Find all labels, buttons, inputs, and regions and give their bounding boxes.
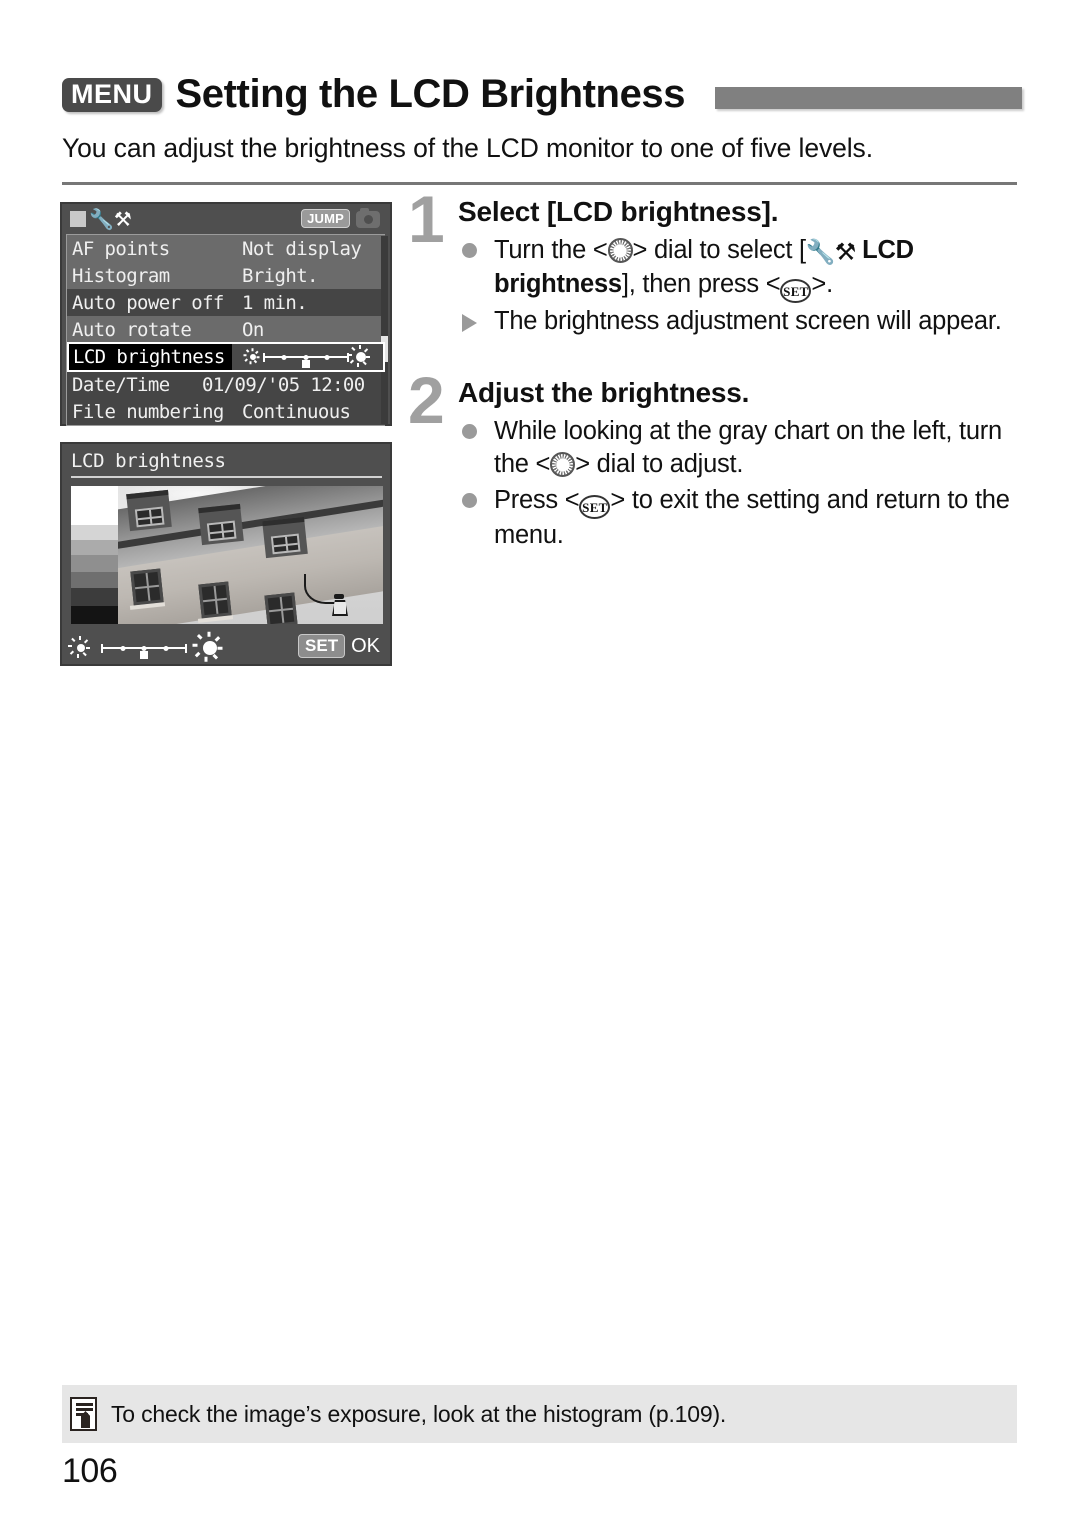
dial-icon [607, 238, 633, 263]
menu-tab-bar: 🔧⚒ JUMP [62, 204, 390, 234]
menu-row-value: 1 min. [242, 291, 308, 314]
list-item: While looking at the gray chart on the l… [458, 415, 1030, 482]
menu-row-value: Not display [242, 237, 362, 260]
menu-row-label: Auto power off [72, 291, 224, 314]
adjust-controls: SET OK [68, 624, 382, 666]
menu-row-label: AF points [72, 237, 170, 260]
menu-brightness-slider[interactable] [232, 344, 383, 370]
menu-row-label: File numbering [72, 400, 224, 423]
menu-row[interactable]: Histogram Bright. [67, 262, 385, 289]
menu-row-value: On [242, 318, 264, 341]
bullet-text: The brightness adjustment screen will ap… [494, 307, 1002, 336]
dormer-window [126, 489, 172, 532]
step-number: 1 [408, 182, 445, 256]
camera-menu-screen: 🔧⚒ JUMP AF points Not display Histogram … [60, 202, 392, 426]
list-item: Turn the < > dial to select [🔧⚒ LCD brigh… [458, 234, 1030, 304]
bullet-dot-icon [462, 243, 477, 258]
menu-row-value: Bright. [242, 264, 318, 287]
header-accent-bar [715, 86, 1022, 109]
dormer-window [198, 503, 244, 546]
sample-photo [118, 486, 383, 624]
menu-scrollbar[interactable] [381, 236, 388, 424]
instruction-steps: 1 Select [LCD brightness]. Turn the < > d… [408, 186, 1030, 554]
menu-row-lcd-brightness[interactable]: LCD brightness [67, 342, 385, 372]
header-divider [62, 182, 1017, 185]
menu-row-label: LCD brightness [69, 344, 232, 370]
bullet-dot-icon [462, 492, 477, 508]
menu-row[interactable]: Auto rotate On [67, 316, 385, 343]
bullet-dot-icon [462, 423, 477, 439]
ok-label: OK [351, 635, 380, 657]
menu-row-label: Auto rotate [72, 318, 192, 341]
brightness-adjust-screen: LCD brightness SET OK [60, 442, 392, 666]
menu-row[interactable]: File numbering Continuous [67, 398, 385, 425]
page-number: 106 [62, 1452, 118, 1490]
sun-large-icon [347, 345, 370, 367]
note-text: To check the image’s exposure, look at t… [111, 1400, 727, 1427]
list-item: The brightness adjustment screen will ap… [458, 305, 1030, 338]
street-lamp-cap [334, 594, 344, 599]
set-badge-icon: SET [298, 634, 346, 658]
menu-row[interactable]: Auto power off 1 min. [67, 289, 385, 316]
dial-icon [550, 452, 576, 478]
page-title: Setting the LCD Brightness [175, 72, 686, 116]
step-title: Select [LCD brightness]. [458, 196, 779, 227]
menu-row-value: 01/09/'05 12:00 [202, 373, 365, 396]
setup-icon: 🔧⚒ [805, 238, 856, 266]
adjust-screen-title: LCD brightness [71, 450, 382, 478]
menu-badge-icon: MENU [62, 77, 162, 112]
footer-note: To check the image’s exposure, look at t… [62, 1385, 1017, 1443]
sun-large-icon [192, 631, 223, 662]
step-bullets: Turn the < > dial to select [🔧⚒ LCD brigh… [458, 234, 1030, 339]
set-icon: SET [780, 279, 812, 304]
set-icon: SET [579, 494, 611, 519]
step-number: 2 [408, 362, 445, 437]
menu-row-label: Histogram [72, 264, 170, 287]
set-ok-hint: SET OK [298, 634, 380, 658]
facade-window [130, 568, 164, 606]
bullet-triangle-icon [462, 314, 477, 333]
menu-item-list: AF points Not display Histogram Bright. … [66, 234, 385, 426]
list-item: Press < SET > to exit the setting and retu… [458, 484, 1030, 552]
tab-square-icon [70, 211, 86, 227]
camera-icon [356, 208, 380, 228]
slider-thumb[interactable] [140, 651, 148, 659]
intro-text: You can adjust the brightness of the LCD… [62, 133, 873, 163]
slider-track[interactable] [101, 643, 187, 659]
menu-row[interactable]: AF points Not display [67, 235, 385, 262]
step-1: 1 Select [LCD brightness]. Turn the < > d… [408, 186, 1030, 339]
slider-thumb[interactable] [301, 360, 310, 368]
facade-window [264, 592, 298, 624]
gray-chart [71, 486, 118, 624]
jump-badge-icon: JUMP [301, 209, 350, 228]
sun-small-icon [243, 348, 260, 365]
menu-row-value: Continuous [242, 400, 351, 423]
step-bullets: While looking at the gray chart on the l… [458, 415, 1030, 552]
setup-tab-icons: 🔧⚒ [89, 207, 132, 231]
bullet-text: Turn the < > dial to select [🔧⚒ LCD brigh… [494, 236, 914, 304]
menu-row[interactable]: Date/Time 01/09/'05 12:00 [67, 371, 385, 398]
note-pencil-icon [70, 1397, 97, 1431]
dormer-window [262, 516, 308, 559]
camera-screenshots: 🔧⚒ JUMP AF points Not display Histogram … [60, 202, 392, 666]
slider-track[interactable] [262, 352, 349, 368]
step-2: 2 Adjust the brightness. While looking a… [408, 367, 1030, 552]
bullet-text: While looking at the gray chart on the l… [494, 416, 1002, 479]
preview-area [71, 486, 383, 624]
manual-page: MENU Setting the LCD Brightness You can … [0, 0, 1080, 1521]
page-header: MENU Setting the LCD Brightness [62, 72, 1022, 117]
menu-row-label: Date/Time [72, 373, 170, 396]
facade-window [198, 581, 232, 619]
sun-small-icon [68, 636, 91, 658]
bullet-text: Press < SET > to exit the setting and retu… [494, 485, 1010, 549]
step-title: Adjust the brightness. [458, 376, 750, 408]
